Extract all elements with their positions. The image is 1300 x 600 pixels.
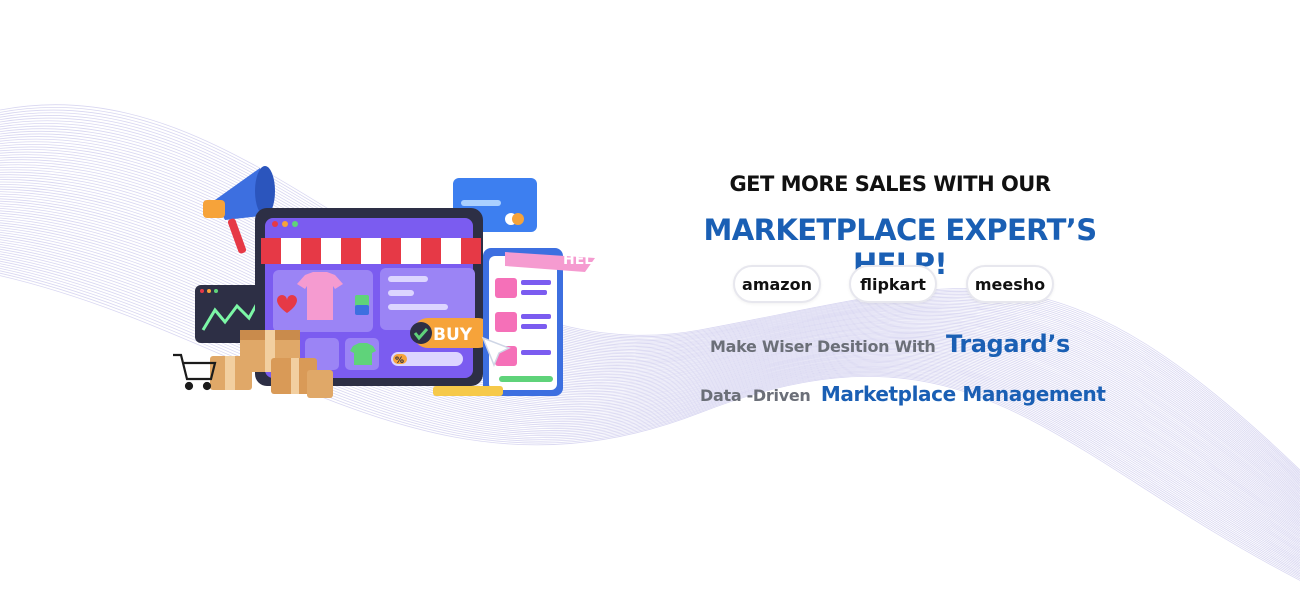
chip-meesho[interactable]: meesho: [966, 265, 1054, 303]
percent-label: %: [395, 356, 404, 366]
shopping-cart-icon: [173, 353, 217, 391]
tagline-line-1-prefix: Make Wiser Desition With: [710, 337, 936, 356]
buy-badge: BUY: [410, 318, 493, 348]
online-store-illustration: BUY % HEL: [173, 166, 595, 398]
headline-top: GET MORE SALES WITH OUR: [729, 172, 1051, 196]
brand-name: Tragard’s: [945, 330, 1070, 358]
tagline-line-1: Make Wiser Desition With Tragard’s: [710, 330, 1070, 358]
chip-flipkart[interactable]: flipkart: [849, 265, 937, 303]
awning: [261, 238, 481, 264]
chip-amazon[interactable]: amazon: [733, 265, 821, 303]
buy-label: BUY: [433, 325, 473, 345]
tagline-line-2: Data -Driven Marketplace Management: [700, 382, 1106, 406]
tagline-line-2-prefix: Data -Driven: [700, 386, 811, 405]
tagline-line-2-accent: Marketplace Management: [820, 382, 1106, 406]
partial-sign-text: HEL: [563, 252, 593, 268]
phone-panel: HEL: [481, 248, 595, 396]
